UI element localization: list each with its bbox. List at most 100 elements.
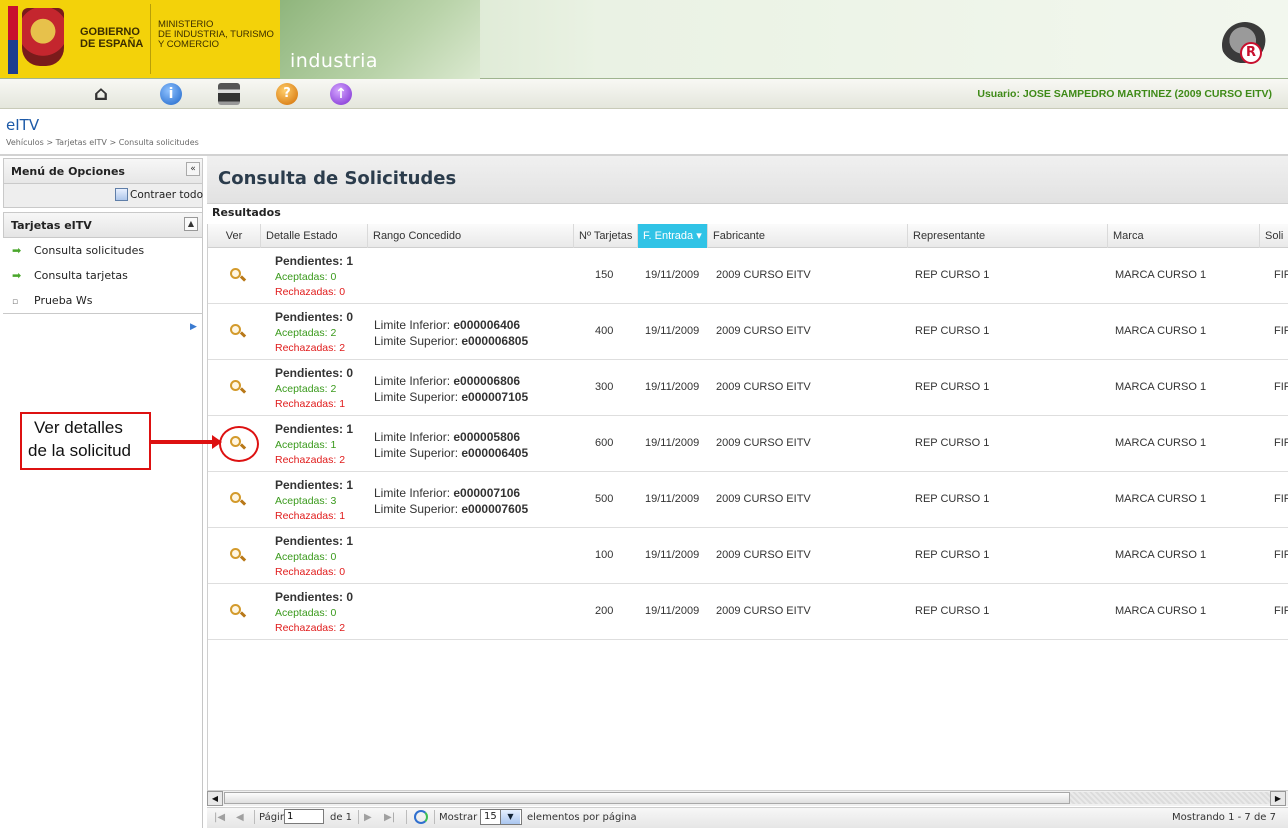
f-entrada: 19/11/2009	[645, 381, 700, 393]
col-f-entrada[interactable]: F. Entrada ▾	[638, 224, 708, 248]
sidebar-item-consulta-tarjetas[interactable]: ➡ Consulta tarjetas	[12, 269, 128, 289]
next-page-icon[interactable]: ▶	[364, 812, 372, 823]
num-tarjetas: 100	[595, 549, 614, 561]
contraer-button[interactable]: Contraer todo	[130, 189, 203, 201]
col-rango-concedido[interactable]: Rango Concedido	[368, 224, 574, 248]
sidebar-item-consulta-solicitudes[interactable]: ➡ Consulta solicitudes	[12, 244, 144, 264]
coat-of-arms-icon	[22, 8, 64, 66]
r-badge-icon: R	[1240, 42, 1262, 64]
site-name: industria	[290, 50, 379, 72]
refresh-icon[interactable]	[414, 810, 428, 824]
col-ver[interactable]: Ver	[208, 224, 261, 248]
grid-header: Ver Detalle Estado Rango Concedido Nº Ta…	[208, 224, 1288, 248]
fabricante: 2009 CURSO EITV	[716, 269, 811, 281]
limite-inferior: Limite Inferior: e000006806	[374, 374, 520, 388]
marca: MARCA CURSO 1	[1115, 605, 1207, 617]
f-entrada: 19/11/2009	[645, 549, 700, 561]
fabricante: 2009 CURSO EITV	[716, 549, 811, 561]
chevron-down-icon[interactable]: ▼	[500, 810, 520, 824]
sidebar-item-label: Consulta tarjetas	[34, 269, 128, 282]
marca: MARCA CURSO 1	[1115, 493, 1207, 505]
sidebar-item-label: Prueba Ws	[34, 294, 93, 307]
collapse-sidebar-icon[interactable]: «	[186, 162, 200, 176]
scroll-right-button[interactable]: ▶	[1270, 791, 1286, 806]
col-fabricante[interactable]: Fabricante	[708, 224, 908, 248]
aceptadas: Aceptadas: 2	[275, 327, 337, 339]
representante: REP CURSO 1	[915, 325, 990, 337]
view-details-icon[interactable]	[230, 380, 247, 395]
table-row: Pendientes: 0 Aceptadas: 0 Rechazadas: 2…	[208, 584, 1288, 640]
callout-arrow	[151, 440, 215, 444]
limite-inferior: Limite Inferior: e000006406	[374, 318, 520, 332]
representante: REP CURSO 1	[915, 437, 990, 449]
col-solicitante[interactable]: Soli	[1260, 224, 1288, 248]
pendientes: Pendientes: 1	[275, 478, 354, 492]
page-number-input[interactable]	[284, 809, 324, 824]
scroll-thumb[interactable]	[224, 792, 1070, 804]
breadcrumb[interactable]: Vehículos > Tarjetas eITV > Consulta sol…	[6, 138, 199, 147]
representante: REP CURSO 1	[915, 549, 990, 561]
section-title-tarjetas[interactable]: Tarjetas eITV	[11, 219, 92, 232]
fabricante: 2009 CURSO EITV	[716, 325, 811, 337]
limite-inferior-label: Limite Inferior:	[374, 318, 454, 332]
page-of-label: de 1	[330, 812, 353, 823]
f-entrada: 19/11/2009	[645, 325, 700, 337]
col-marca[interactable]: Marca	[1108, 224, 1260, 248]
pendientes: Pendientes: 1	[275, 534, 354, 548]
sidebar-item-prueba-ws[interactable]: ▫ Prueba Ws	[12, 294, 93, 314]
f-entrada: 19/11/2009	[645, 437, 700, 449]
up-icon[interactable]: ↑	[330, 83, 352, 105]
last-page-icon[interactable]: ▶|	[384, 812, 395, 823]
limite-inferior-value: e000007106	[453, 486, 521, 500]
rechazadas: Rechazadas: 0	[275, 286, 346, 298]
limite-superior-label: Limite Superior:	[374, 502, 462, 516]
info-icon[interactable]: i	[160, 83, 182, 105]
section-collapse-icon[interactable]: ▲	[184, 217, 198, 231]
aceptadas: Aceptadas: 1	[275, 439, 337, 451]
view-details-icon[interactable]	[230, 492, 247, 507]
representante: REP CURSO 1	[915, 381, 990, 393]
callout-text-line2: de la solicitud	[28, 441, 132, 460]
first-page-icon[interactable]: |◀	[214, 812, 225, 823]
rechazadas: Rechazadas: 2	[275, 342, 346, 354]
aceptadas: Aceptadas: 0	[275, 551, 337, 563]
callout-highlight-circle	[219, 426, 259, 462]
rechazadas: Rechazadas: 1	[275, 510, 346, 522]
home-icon[interactable]: ⌂	[90, 83, 112, 105]
limite-superior: Limite Superior: e000007605	[374, 502, 528, 516]
scroll-track[interactable]	[1070, 792, 1270, 804]
scroll-left-button[interactable]: ◀	[207, 791, 223, 806]
prev-page-icon[interactable]: ◀	[236, 812, 244, 823]
num-tarjetas: 150	[595, 269, 614, 281]
view-details-icon[interactable]	[230, 548, 247, 563]
num-tarjetas: 600	[595, 437, 614, 449]
view-details-icon[interactable]	[230, 324, 247, 339]
limite-superior: Limite Superior: e000006805	[374, 334, 528, 348]
view-details-icon[interactable]	[230, 604, 247, 619]
green-arrow-icon: ➡	[12, 269, 22, 282]
sidebar-item-label: Consulta solicitudes	[34, 244, 145, 257]
limite-superior-label: Limite Superior:	[374, 446, 462, 460]
help-icon[interactable]: ?	[276, 83, 298, 105]
fabricante: 2009 CURSO EITV	[716, 605, 811, 617]
print-icon[interactable]	[218, 83, 240, 105]
col-f-entrada-label: F. Entrada	[643, 230, 694, 242]
submenu-arrow-icon[interactable]: ▶	[190, 322, 197, 332]
col-num-tarjetas[interactable]: Nº Tarjetas	[574, 224, 638, 248]
limite-inferior-value: e000006406	[453, 318, 521, 332]
table-row: Pendientes: 0 Aceptadas: 2 Rechazadas: 1…	[208, 360, 1288, 416]
per-page-suffix: elementos por página	[527, 812, 637, 823]
view-details-icon[interactable]	[230, 268, 247, 283]
f-entrada: 19/11/2009	[645, 605, 700, 617]
aceptadas: Aceptadas: 0	[275, 607, 337, 619]
limite-inferior: Limite Inferior: e000005806	[374, 430, 520, 444]
col-detalle-estado[interactable]: Detalle Estado	[261, 224, 368, 248]
contraer-icon[interactable]	[115, 188, 128, 201]
limite-superior-value: e000007605	[461, 502, 529, 516]
square-icon: ▫	[12, 297, 19, 307]
fabricante: 2009 CURSO EITV	[716, 493, 811, 505]
limite-inferior-value: e000005806	[453, 430, 521, 444]
fabricante: 2009 CURSO EITV	[716, 381, 811, 393]
col-representante[interactable]: Representante	[908, 224, 1108, 248]
solicitante: FIRI	[1274, 325, 1288, 337]
